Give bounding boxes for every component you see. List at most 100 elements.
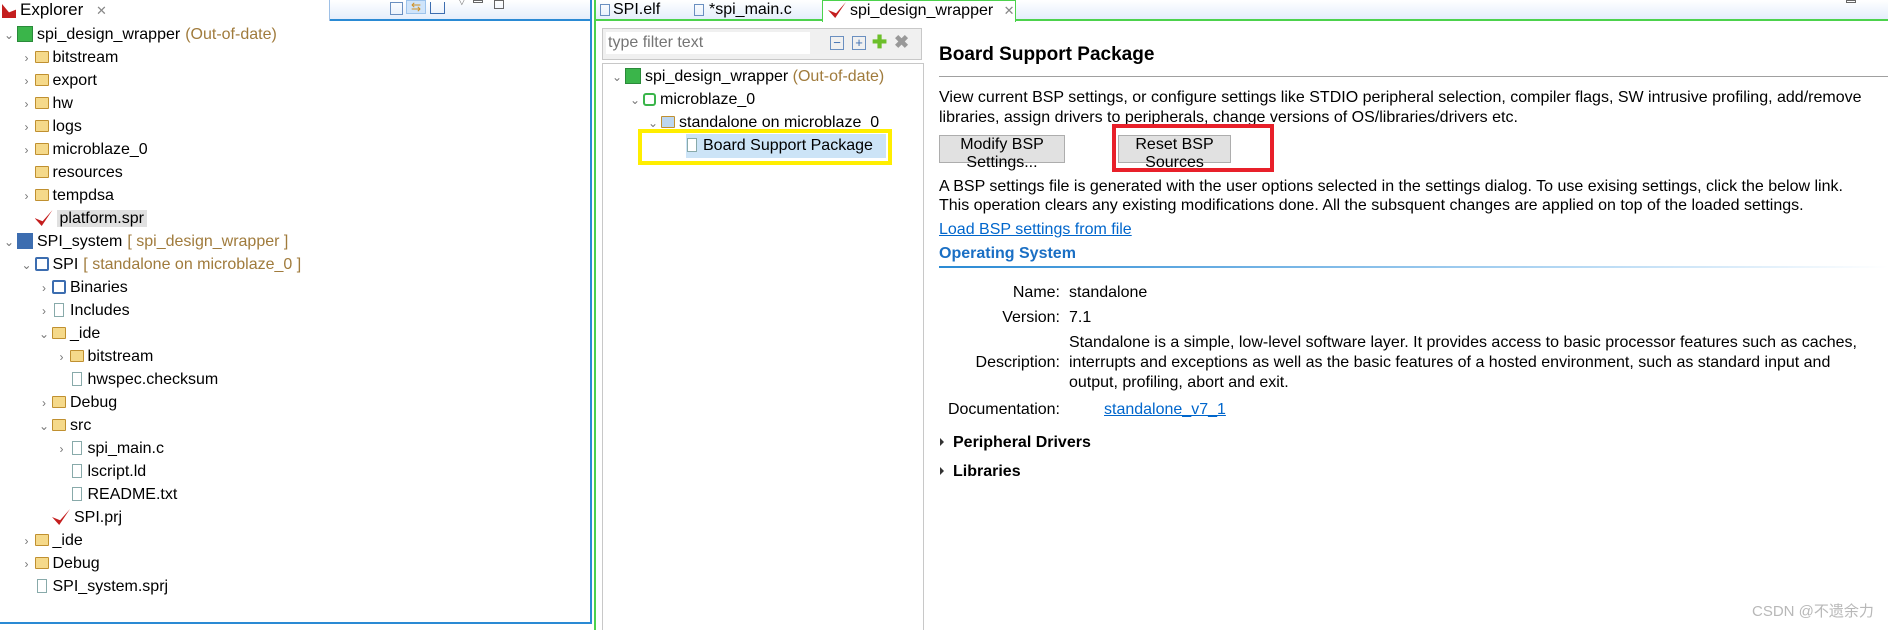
tree-item[interactable]: › hw (20, 92, 73, 115)
tab-spi-main-c[interactable]: *spi_main.c (694, 0, 820, 21)
chevron-down-icon[interactable]: ⌄ (2, 231, 16, 254)
minimize-icon[interactable] (473, 0, 483, 3)
tree-item[interactable]: ⌄ src (37, 414, 91, 437)
chevron-right-icon[interactable]: › (20, 185, 34, 208)
maximize-icon[interactable] (494, 0, 504, 9)
tree-item-microblaze[interactable]: ⌄ microblaze_0 (628, 88, 755, 111)
chevron-right-icon[interactable]: › (20, 530, 34, 553)
tree-item[interactable]: lscript.ld (55, 460, 146, 483)
folder-icon (34, 74, 49, 86)
xilinx-explorer-icon (2, 4, 16, 18)
load-bsp-settings-link[interactable]: Load BSP settings from file (939, 221, 1132, 239)
expand-all-icon[interactable]: + (852, 36, 866, 50)
tree-item[interactable]: ⌄ SPI_system[ spi_design_wrapper ] (2, 230, 288, 253)
linker-script-icon (71, 464, 82, 478)
system-file-icon (36, 579, 47, 593)
system-project-icon (17, 233, 33, 249)
tree-item[interactable]: README.txt (55, 483, 177, 506)
application-project-icon (34, 257, 49, 271)
c-file-icon (71, 441, 82, 455)
tree-item[interactable]: › _ide (20, 529, 83, 552)
import-icon[interactable] (430, 2, 445, 14)
chevron-down-icon[interactable]: ⌄ (20, 254, 34, 277)
folder-icon (52, 419, 66, 431)
info-text: This operation clears any existing modif… (939, 197, 1804, 214)
tree-item[interactable]: ⌄ spi_design_wrapper (Out-of-date) (2, 23, 277, 46)
tree-item[interactable]: › Debug (37, 391, 117, 414)
link-with-editor-icon[interactable]: ⇆ (406, 0, 426, 14)
name-value: standalone (1069, 284, 1148, 301)
chevron-right-icon[interactable]: › (20, 139, 34, 162)
close-icon[interactable]: ✕ (96, 3, 107, 18)
chevron-down-icon[interactable]: ⌄ (610, 66, 624, 89)
tab-spi-design-wrapper[interactable]: spi_design_wrapper ✕ (822, 0, 1016, 22)
tree-item[interactable]: › tempdsa (20, 184, 114, 207)
intro-text: View current BSP settings, or configure … (939, 89, 1862, 106)
description-label: Description: (975, 354, 1060, 371)
tree-item[interactable]: › Debug (20, 552, 100, 575)
chevron-right-icon[interactable]: › (20, 47, 34, 70)
folder-icon (34, 51, 49, 63)
folder-icon (69, 350, 84, 362)
tree-item-spi-design-wrapper[interactable]: ⌄ spi_design_wrapper (Out-of-date) (610, 65, 884, 88)
libraries-section[interactable]: Libraries (940, 463, 1021, 481)
tree-item[interactable]: platform.spr (20, 207, 147, 230)
tree-item[interactable]: SPI.prj (37, 506, 122, 529)
documentation-label: Documentation: (947, 401, 1060, 418)
folder-icon (34, 97, 49, 109)
documentation-link[interactable]: standalone_v7_1 (1104, 401, 1226, 419)
chevron-right-icon[interactable]: › (37, 392, 51, 415)
collapse-all-icon[interactable] (390, 2, 403, 15)
version-value: 7.1 (1069, 309, 1092, 326)
folder-icon (34, 557, 49, 569)
chevron-down-icon[interactable]: ⌄ (37, 415, 51, 438)
add-icon[interactable]: ✚ (872, 33, 887, 51)
peripheral-drivers-section[interactable]: Peripheral Drivers (940, 434, 1091, 452)
file-icon (71, 487, 82, 501)
folder-icon (34, 166, 49, 178)
tree-item[interactable]: hwspec.checksum (55, 368, 218, 391)
chevron-right-icon[interactable]: › (20, 116, 34, 139)
tree-item[interactable]: › Includes (37, 299, 130, 322)
tree-item[interactable]: › bitstream (55, 345, 154, 368)
chevron-right-icon[interactable]: › (20, 553, 34, 576)
chevron-right-icon[interactable]: › (20, 70, 34, 93)
tree-item[interactable]: › Binaries (37, 276, 128, 299)
description-value: Standalone is a simple, low-level softwa… (1069, 334, 1857, 351)
chevron-right-icon[interactable]: › (20, 93, 34, 116)
chevron-down-icon[interactable]: ⌄ (37, 323, 51, 346)
collapse-all-icon[interactable]: − (830, 36, 844, 50)
minimize-icon[interactable] (1846, 0, 1856, 3)
filter-input[interactable] (606, 32, 810, 54)
chevron-down-icon[interactable]: ⌄ (2, 24, 16, 47)
tree-item[interactable]: › export (20, 69, 97, 92)
folder-icon (34, 143, 49, 155)
tab-explorer[interactable]: Explorer ✕ (0, 0, 330, 21)
tree-item[interactable]: › spi_main.c (55, 437, 164, 460)
tree-item[interactable]: ⌄ _ide (37, 322, 100, 345)
tree-item[interactable]: SPI_system.sprj (20, 575, 168, 598)
folder-icon (34, 120, 49, 132)
chevron-right-icon[interactable]: › (37, 300, 51, 323)
tree-item[interactable]: › logs (20, 115, 82, 138)
chevron-down-icon[interactable]: ⌄ (628, 89, 642, 112)
expand-arrow-icon (940, 467, 944, 475)
view-menu-icon[interactable]: ▽ (458, 0, 466, 7)
platform-project-icon (17, 26, 33, 42)
includes-icon (54, 303, 64, 317)
tab-spi-elf[interactable]: SPI.elf (600, 0, 690, 21)
tree-item[interactable]: › bitstream (20, 46, 119, 69)
tree-item[interactable]: ⌄ SPI[ standalone on microblaze_0 ] (20, 253, 301, 277)
chevron-right-icon[interactable]: › (55, 438, 69, 461)
remove-icon[interactable]: ✖ (894, 33, 909, 51)
divider (594, 0, 596, 630)
operating-system-heading: Operating System (939, 245, 1076, 262)
chevron-right-icon[interactable]: › (55, 346, 69, 369)
tree-item[interactable]: resources (20, 161, 123, 184)
modify-bsp-settings-button[interactable]: Modify BSP Settings... (939, 135, 1065, 171)
info-text: A BSP settings file is generated with th… (939, 178, 1843, 195)
tree-item[interactable]: › microblaze_0 (20, 138, 148, 161)
chevron-right-icon[interactable]: › (37, 277, 51, 300)
folder-icon (52, 396, 66, 408)
close-icon[interactable]: ✕ (1004, 3, 1015, 18)
